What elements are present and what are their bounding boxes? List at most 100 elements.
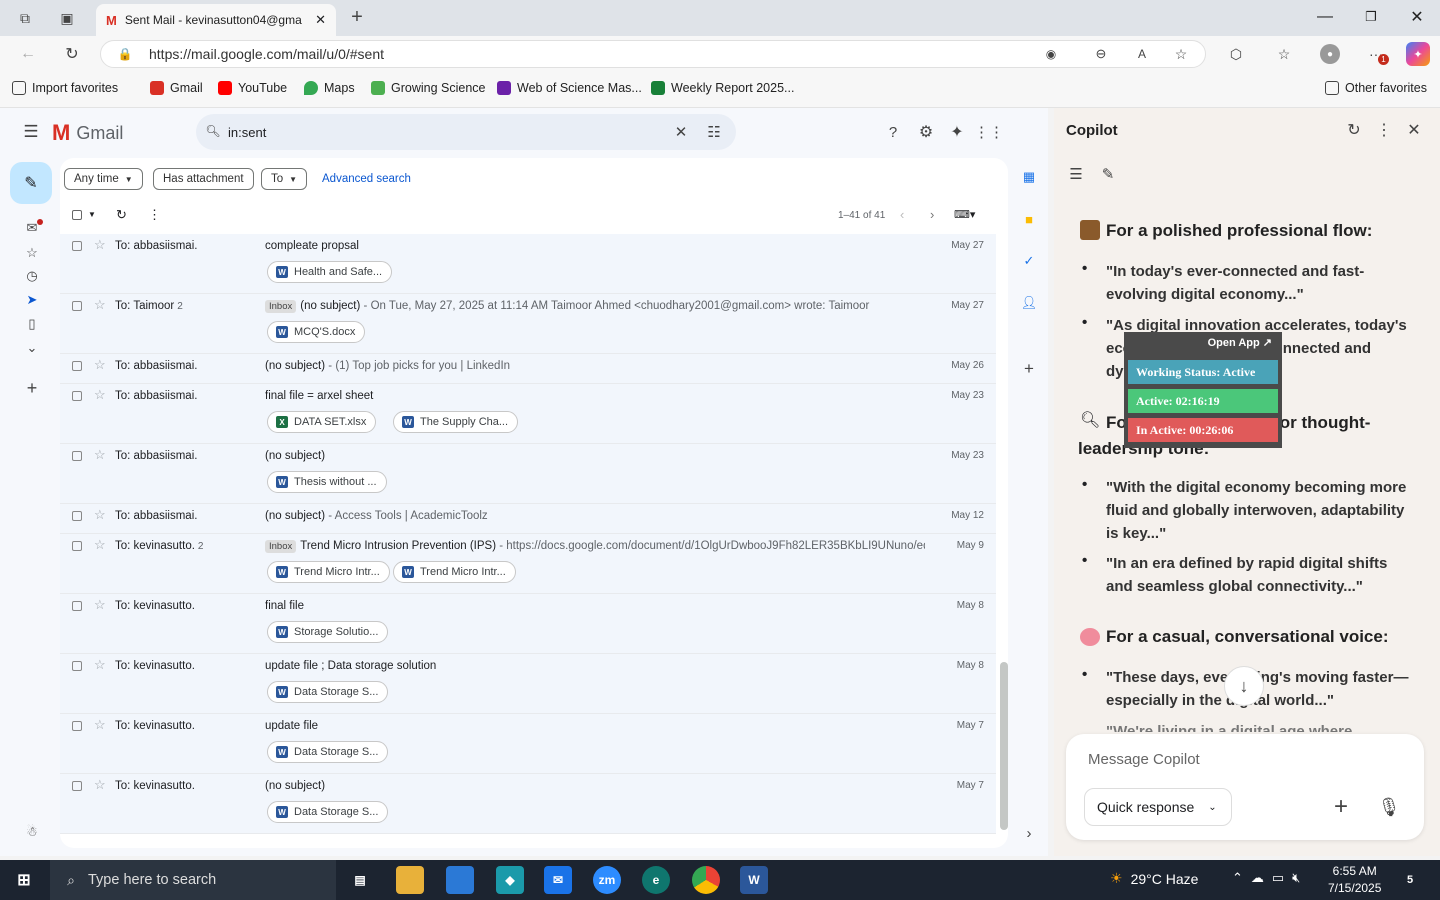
zoom-icon[interactable]: ⊖ [1093, 46, 1109, 62]
weather-widget[interactable]: ☀ 29°C Haze [1110, 870, 1198, 887]
edge-icon[interactable]: e [642, 866, 670, 894]
snoozed-icon[interactable]: ◷ [22, 266, 42, 286]
refresh-icon[interactable]: ↻ [62, 44, 82, 64]
get-addons-icon[interactable]: + [1020, 359, 1038, 378]
sent-icon[interactable]: ➤ [22, 290, 42, 310]
support-icon[interactable]: ☃ [22, 822, 42, 842]
microphone-icon[interactable]: 🎙︎ [1376, 794, 1402, 820]
more-labels-icon[interactable]: ⌄ [22, 338, 42, 358]
file-explorer-icon[interactable] [396, 866, 424, 894]
table-row[interactable]: ☆ To: abbasiismai. (no subject) - (1) Top … [60, 354, 996, 384]
favorite-star-icon[interactable]: ☆ [1173, 46, 1189, 62]
row-checkbox[interactable] [72, 361, 82, 371]
table-row[interactable]: ☆ To: kevinasutto. update file ; Data stor… [60, 654, 996, 714]
more-actions-icon[interactable]: ⋮ [148, 207, 161, 223]
attach-plus-icon[interactable]: + [1328, 793, 1354, 820]
table-row[interactable]: ☆ To: abbasiismai. (no subject) - Access T… [60, 504, 996, 534]
attachment-chip[interactable]: W Data Storage S... [267, 681, 389, 703]
message-input[interactable]: Message Copilot [1088, 751, 1200, 768]
table-row[interactable]: ☆ To: abbasiismai. final file = arxel shee… [60, 384, 996, 444]
star-icon[interactable]: ☆ [94, 717, 106, 733]
back-icon[interactable]: ← [18, 44, 38, 64]
row-checkbox[interactable] [72, 541, 82, 551]
compose-button[interactable]: ✎ [10, 162, 52, 204]
star-icon[interactable]: ☆ [94, 537, 106, 553]
expand-panel-icon[interactable]: › [1020, 824, 1038, 842]
table-row[interactable]: ☆ To: kevinasutto. final file May 8 W Storage… [60, 594, 996, 654]
star-icon[interactable]: ☆ [94, 387, 106, 403]
copilot-refresh-icon[interactable]: ↻ [1344, 120, 1364, 140]
attachment-chip[interactable]: W Storage Solutio... [267, 621, 389, 643]
notification-center-icon[interactable]: 5 [1396, 866, 1424, 894]
star-icon[interactable]: ☆ [94, 357, 106, 373]
new-tab-icon[interactable]: + [346, 6, 368, 28]
word-icon[interactable]: W [740, 866, 768, 894]
starred-icon[interactable]: ☆ [22, 243, 42, 263]
select-dropdown-icon[interactable]: ▼ [88, 210, 96, 219]
table-row[interactable]: ☆ To: abbasiismai. (no subject) May 23 W Thes… [60, 444, 996, 504]
tab-sent-mail[interactable]: M Sent Mail - kevinasutton04@gma ✕ [96, 4, 336, 36]
copilot-icon[interactable]: ✦ [1406, 42, 1430, 66]
keep-icon[interactable]: ■ [1020, 210, 1038, 228]
row-checkbox[interactable] [72, 391, 82, 401]
star-icon[interactable]: ☆ [94, 447, 106, 463]
address-bar[interactable]: 🔒 https://mail.google.com/mail/u/0/#sent… [100, 40, 1206, 68]
profile-icon[interactable]: ● [1320, 44, 1340, 64]
app-icon[interactable]: ◆ [496, 866, 524, 894]
task-view-icon[interactable]: ▤ [346, 866, 374, 894]
start-windows-icon[interactable]: ⊞ [10, 866, 38, 894]
scrollbar-thumb[interactable] [1000, 662, 1008, 830]
attachment-chip[interactable]: W MCQ'S.docx [267, 321, 366, 343]
mail-icon[interactable]: ✉ [544, 866, 572, 894]
search-icon[interactable]: 🔍︎ [205, 124, 220, 138]
refresh-mail-icon[interactable]: ↻ [116, 207, 127, 223]
gemini-icon[interactable]: ✦ [947, 122, 967, 142]
star-icon[interactable]: ☆ [94, 657, 106, 673]
drafts-icon[interactable]: ▯ [22, 314, 42, 334]
star-icon[interactable]: ☆ [94, 237, 106, 253]
fav-maps[interactable]: Maps [304, 81, 355, 95]
star-icon[interactable]: ☆ [94, 597, 106, 613]
star-icon[interactable]: ☆ [94, 297, 106, 313]
copilot-close-icon[interactable]: ✕ [1404, 120, 1424, 140]
open-app-link[interactable]: Open App ↗ [1128, 332, 1278, 352]
site-info-icon[interactable]: 🔒 [117, 46, 133, 62]
filter-has-attachment[interactable]: Has attachment [153, 168, 254, 190]
attachment-chip[interactable]: W Data Storage S... [267, 741, 389, 763]
store-icon[interactable] [446, 866, 474, 894]
next-page-icon[interactable]: › [930, 207, 934, 222]
filter-any-time[interactable]: Any time ▼ [64, 168, 143, 190]
row-checkbox[interactable] [72, 301, 82, 311]
fav-gmail[interactable]: Gmail [150, 81, 203, 95]
zoom-app-icon[interactable]: zm [593, 866, 621, 894]
table-row[interactable]: ☆ To: kevinasutto. 2 Inbox Trend Micro Intru… [60, 534, 996, 594]
table-row[interactable]: ☆ To: kevinasutto. (no subject) May 7 W Data … [60, 774, 996, 834]
extensions-icon[interactable]: ⬡ [1226, 44, 1246, 64]
main-menu-icon[interactable]: ☰ [20, 122, 42, 142]
fav-growing-science[interactable]: Growing Science [371, 81, 486, 95]
row-checkbox[interactable] [72, 451, 82, 461]
filter-to[interactable]: To ▼ [261, 168, 308, 190]
close-window-icon[interactable]: ✕ [1394, 0, 1440, 34]
add-label-icon[interactable]: + [22, 378, 42, 398]
copilot-more-icon[interactable]: ⋮ [1374, 120, 1394, 140]
contacts-icon[interactable]: 👤︎ [1020, 294, 1038, 312]
favorites-icon[interactable]: ☆ [1274, 44, 1294, 64]
attachment-chip[interactable]: W Trend Micro Intr... [393, 561, 516, 583]
tray-icons[interactable]: ⌃☁▭🔇︎ [1232, 870, 1308, 886]
restore-icon[interactable]: ❐ [1348, 0, 1394, 34]
search-options-icon[interactable]: ☷ [704, 123, 724, 141]
attachment-chip[interactable]: X DATA SET.xlsx [267, 411, 377, 433]
fav-youtube[interactable]: YouTube [218, 81, 287, 95]
attachment-chip[interactable]: W Data Storage S... [267, 801, 389, 823]
row-checkbox[interactable] [72, 661, 82, 671]
scroll-down-icon[interactable]: ↓ [1224, 666, 1264, 706]
fav-weekly-report[interactable]: Weekly Report 2025... [651, 81, 794, 95]
row-checkbox[interactable] [72, 721, 82, 731]
clear-search-icon[interactable]: ✕ [672, 123, 690, 141]
attachment-chip[interactable]: W Thesis without ... [267, 471, 387, 493]
calendar-icon[interactable]: ▦ [1020, 168, 1038, 186]
read-aloud-icon[interactable]: A [1133, 46, 1151, 62]
gmail-logo[interactable]: M Gmail [52, 120, 123, 146]
tracking-icon[interactable]: ◉ [1043, 46, 1059, 62]
